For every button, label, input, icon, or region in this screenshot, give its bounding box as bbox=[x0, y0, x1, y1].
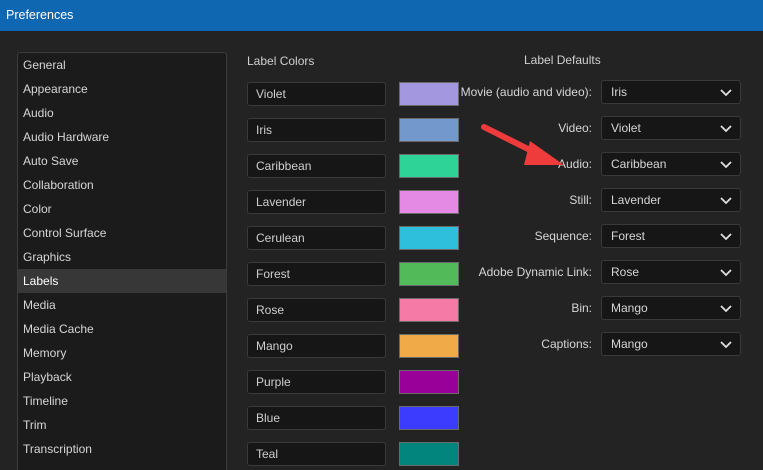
preferences-dialog: General Appearance Audio Audio Hardware … bbox=[0, 31, 763, 470]
chevron-down-icon bbox=[720, 269, 732, 277]
sidebar-item-auto-save[interactable]: Auto Save bbox=[18, 149, 226, 173]
chevron-down-icon bbox=[720, 341, 732, 349]
color-name-field-cerulean[interactable]: Cerulean bbox=[247, 226, 386, 250]
default-select-captions[interactable]: Mango bbox=[601, 332, 741, 356]
sidebar-item-general[interactable]: General bbox=[18, 53, 226, 77]
sidebar-item-audio-hardware[interactable]: Audio Hardware bbox=[18, 125, 226, 149]
sidebar-item-playback[interactable]: Playback bbox=[18, 365, 226, 389]
sidebar-item-timeline[interactable]: Timeline bbox=[18, 389, 226, 413]
default-label-movie: Movie (audio and video): bbox=[460, 85, 592, 99]
default-select-value: Rose bbox=[611, 265, 640, 279]
sidebar-item-graphics[interactable]: Graphics bbox=[18, 245, 226, 269]
color-name-field-lavender[interactable]: Lavender bbox=[247, 190, 386, 214]
chevron-down-icon bbox=[720, 89, 732, 97]
default-select-value: Mango bbox=[611, 301, 648, 315]
title-bar: Preferences bbox=[0, 0, 763, 31]
sidebar-item-media[interactable]: Media bbox=[18, 293, 226, 317]
default-select-audio[interactable]: Caribbean bbox=[601, 152, 741, 176]
sidebar-item-trim[interactable]: Trim bbox=[18, 413, 226, 437]
color-swatch-blue[interactable] bbox=[399, 406, 459, 430]
color-name-field-forest[interactable]: Forest bbox=[247, 262, 386, 286]
default-select-video[interactable]: Violet bbox=[601, 116, 741, 140]
color-swatch-purple[interactable] bbox=[399, 370, 459, 394]
chevron-down-icon bbox=[720, 161, 732, 169]
color-name-field-mango[interactable]: Mango bbox=[247, 334, 386, 358]
sidebar-item-color[interactable]: Color bbox=[18, 197, 226, 221]
color-name-field-caribbean[interactable]: Caribbean bbox=[247, 154, 386, 178]
color-name-field-violet[interactable]: Violet bbox=[247, 82, 386, 106]
color-swatch-teal[interactable] bbox=[399, 442, 459, 466]
chevron-down-icon bbox=[720, 233, 732, 241]
default-select-sequence[interactable]: Forest bbox=[601, 224, 741, 248]
sidebar-item-transcription[interactable]: Transcription bbox=[18, 437, 226, 461]
default-select-movie[interactable]: Iris bbox=[601, 80, 741, 104]
label-defaults-heading: Label Defaults bbox=[524, 53, 601, 67]
sidebar-item-collaboration[interactable]: Collaboration bbox=[18, 173, 226, 197]
sidebar-item-appearance[interactable]: Appearance bbox=[18, 77, 226, 101]
default-select-value: Lavender bbox=[611, 193, 662, 207]
color-name-field-purple[interactable]: Purple bbox=[247, 370, 386, 394]
red-arrow-icon bbox=[481, 124, 564, 165]
default-select-value: Caribbean bbox=[611, 157, 667, 171]
chevron-down-icon bbox=[720, 305, 732, 313]
sidebar-item-audio[interactable]: Audio bbox=[18, 101, 226, 125]
default-select-bin[interactable]: Mango bbox=[601, 296, 741, 320]
window-title: Preferences bbox=[6, 8, 74, 22]
chevron-down-icon bbox=[720, 197, 732, 205]
sidebar-item-labels[interactable]: Labels bbox=[18, 269, 226, 293]
sidebar-item-control-surface[interactable]: Control Surface bbox=[18, 221, 226, 245]
default-label-dynamic-link: Adobe Dynamic Link: bbox=[478, 265, 592, 279]
default-select-still[interactable]: Lavender bbox=[601, 188, 741, 212]
label-colors-heading: Label Colors bbox=[247, 54, 315, 68]
color-name-field-iris[interactable]: Iris bbox=[247, 118, 386, 142]
chevron-down-icon bbox=[720, 125, 732, 133]
default-select-dynamic-link[interactable]: Rose bbox=[601, 260, 741, 284]
default-label-bin: Bin: bbox=[571, 301, 592, 315]
default-select-value: Forest bbox=[611, 229, 646, 243]
sidebar-item-media-cache[interactable]: Media Cache bbox=[18, 317, 226, 341]
sidebar-item-memory[interactable]: Memory bbox=[18, 341, 226, 365]
default-select-value: Mango bbox=[611, 337, 648, 351]
color-name-field-rose[interactable]: Rose bbox=[247, 298, 386, 322]
default-label-captions: Captions: bbox=[541, 337, 592, 351]
sidebar: General Appearance Audio Audio Hardware … bbox=[17, 52, 227, 470]
default-select-value: Violet bbox=[611, 121, 641, 135]
default-label-still: Still: bbox=[569, 193, 592, 207]
color-name-field-blue[interactable]: Blue bbox=[247, 406, 386, 430]
default-label-sequence: Sequence: bbox=[534, 229, 592, 243]
color-name-field-teal[interactable]: Teal bbox=[247, 442, 386, 466]
default-select-value: Iris bbox=[611, 85, 627, 99]
